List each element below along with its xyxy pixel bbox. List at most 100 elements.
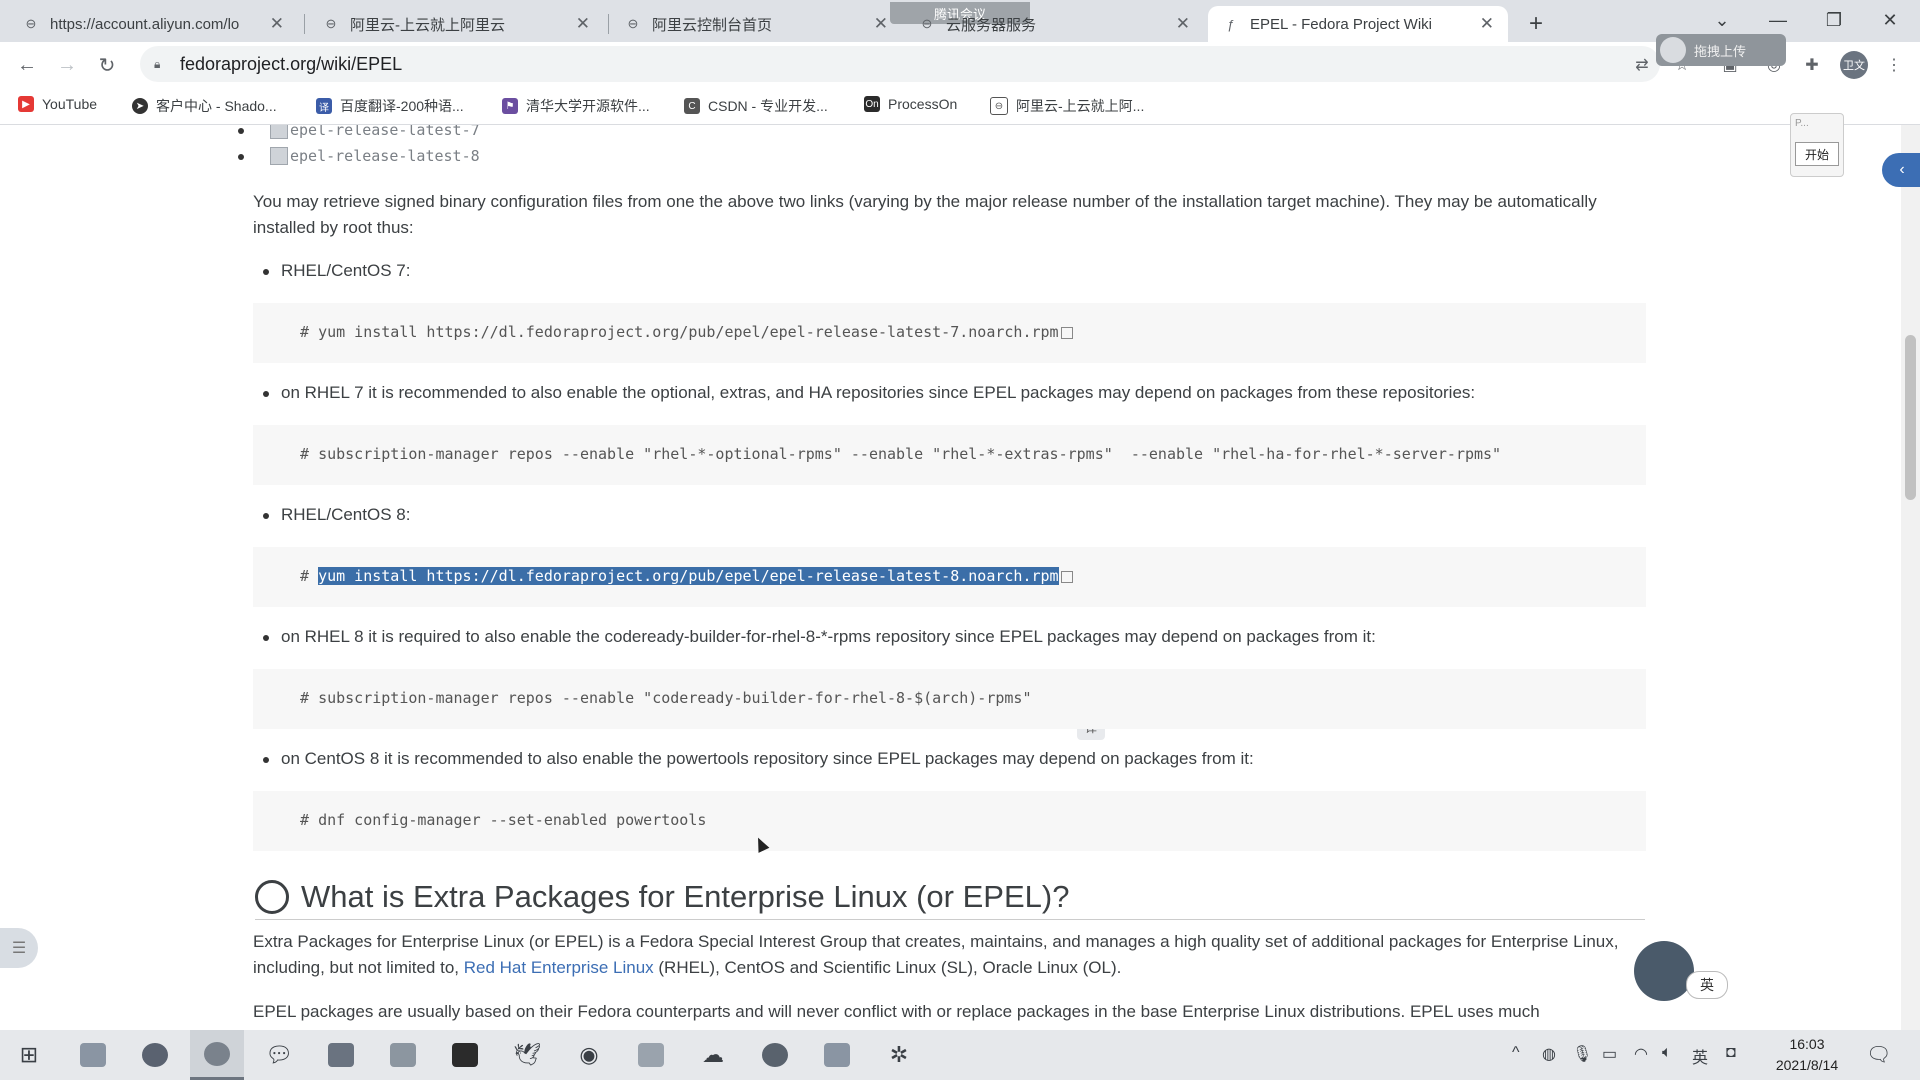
close-icon[interactable]: ✕	[874, 14, 888, 34]
translate-icon[interactable]: ⇄	[1628, 51, 1656, 79]
app-image-icon[interactable]	[810, 1030, 864, 1080]
input-language[interactable]: 英	[1692, 1044, 1708, 1068]
drag-upload-button[interactable]: 拖拽上传	[1656, 34, 1786, 66]
avatar	[1634, 941, 1694, 1001]
code-prompt: #	[300, 445, 319, 463]
app-baidunetdisk-icon[interactable]	[748, 1030, 802, 1080]
browser-toolbar: ← → ↻ 🔒︎ fedoraproject.org/wiki/EPEL ⇄ ☆…	[0, 42, 1920, 88]
puzzle-icon[interactable]: ✚	[1798, 51, 1826, 79]
app-meeting-icon[interactable]: ✲	[872, 1030, 926, 1080]
forward-arrow-icon[interactable]: →	[52, 50, 82, 80]
minimize-button[interactable]: —	[1756, 4, 1800, 36]
tab-search-icon[interactable]: ⌄	[1700, 4, 1744, 36]
bookmark-label: ProcessOn	[888, 96, 958, 112]
wifi-icon[interactable]: ◠	[1634, 1044, 1648, 1064]
code-text[interactable]: subscription-manager repos --enable "cod…	[318, 689, 1031, 707]
tab-cloud-server[interactable]: ⊖ 云服务器服务 ✕	[904, 6, 1204, 42]
lock-icon: 🔒︎	[154, 57, 161, 71]
tab-strip: 腾讯会议 ⊖ https://account.aliyun.com/lo ✕ ⊖…	[0, 0, 1920, 42]
ime-language[interactable]: 英	[1686, 971, 1728, 999]
tab-aliyun-account[interactable]: ⊖ https://account.aliyun.com/lo ✕	[8, 6, 298, 42]
tab-aliyun-console[interactable]: ⊖ 阿里云控制台首页 ✕	[610, 6, 902, 42]
code-text[interactable]: dnf config-manager --set-enabled powerto…	[318, 811, 706, 829]
close-icon[interactable]: ✕	[1176, 14, 1190, 34]
code-prompt: #	[300, 689, 319, 707]
bookmark-tsinghua-mirror[interactable]: ⚑ 清华大学开源软件...	[502, 96, 650, 116]
code-text-selected[interactable]: yum install https://dl.fedoraproject.org…	[318, 567, 1059, 585]
app-cloud-icon[interactable]: ☁︎	[686, 1030, 740, 1080]
restore-button[interactable]: ❐	[1812, 4, 1856, 36]
app-notes-icon[interactable]	[624, 1030, 678, 1080]
list-item[interactable]: epel-release-latest-7	[238, 125, 480, 139]
bookmark-shadowsocks[interactable]: ➤ 客户中心 - Shado...	[132, 96, 277, 116]
bookmark-csdn[interactable]: C CSDN - 专业开发...	[684, 96, 828, 116]
code-line: # dnf config-manager --set-enabled power…	[300, 811, 706, 829]
url-text[interactable]: fedoraproject.org/wiki/EPEL	[180, 54, 402, 75]
bookmark-youtube[interactable]: ▶ YouTube	[18, 96, 97, 112]
side-expand-button[interactable]: ‹	[1882, 153, 1920, 187]
link-icon: ⊖	[921, 16, 933, 31]
bullet-dot	[238, 128, 244, 134]
volume-icon[interactable]: 🔈︎	[1662, 1044, 1672, 1062]
bookmark-processon[interactable]: On ProcessOn	[864, 96, 957, 112]
page-content: epel-release-latest-7 epel-release-lates…	[0, 125, 1920, 1030]
link-icon: ⊖	[325, 16, 337, 31]
app-vivaldi-icon[interactable]	[128, 1030, 182, 1080]
tab-title: 云服务器服务	[946, 16, 1037, 34]
battery-icon[interactable]: ▭	[1602, 1044, 1617, 1064]
start-button[interactable]: 开始	[1795, 142, 1839, 166]
code-text[interactable]: yum install https://dl.fedoraproject.org…	[318, 323, 1059, 341]
section-bullet: on RHEL 7 it is recommended to also enab…	[262, 383, 1476, 402]
rhel-link[interactable]: Red Hat Enterprise Linux	[464, 958, 654, 977]
reload-icon[interactable]: ↻	[92, 50, 122, 80]
ime-floating-widget[interactable]: 英	[1634, 941, 1734, 1001]
tab-aliyun-home[interactable]: ⊖ 阿里云-上云就上阿里云 ✕	[308, 6, 604, 42]
tab-divider	[608, 14, 609, 34]
code-text[interactable]: subscription-manager repos --enable "rhe…	[318, 445, 1501, 463]
epel-paragraph-2: EPEL packages are usually based on their…	[253, 1002, 1540, 1021]
csdn-icon: C	[684, 98, 700, 114]
app-bird-icon[interactable]: 🕊︎	[500, 1030, 554, 1080]
qq-icon[interactable]: ◘	[1726, 1044, 1736, 1062]
app-typora-icon[interactable]	[438, 1030, 492, 1080]
app-explorer-icon[interactable]	[314, 1030, 368, 1080]
bookmark-label: 阿里云-上云就上阿...	[1016, 98, 1145, 114]
window-close-button[interactable]: ✕	[1868, 4, 1912, 36]
windows-start-icon[interactable]: ⊞	[2, 1030, 56, 1080]
app-virtualbox-icon[interactable]	[376, 1030, 430, 1080]
tray-app-icon[interactable]: ◍	[1542, 1044, 1556, 1064]
page-scrollbar[interactable]	[1901, 125, 1920, 1030]
app-clock-icon[interactable]: ◉	[562, 1030, 616, 1080]
tab-epel-wiki[interactable]: ƒ EPEL - Fedora Project Wiki ✕	[1208, 6, 1508, 42]
tab-divider	[304, 14, 305, 34]
link-chain-icon[interactable]	[255, 880, 289, 914]
close-icon[interactable]: ✕	[1480, 14, 1494, 34]
close-icon[interactable]: ✕	[270, 14, 284, 34]
close-icon[interactable]: ✕	[576, 14, 590, 34]
app-wechat-icon[interactable]: 💬︎	[252, 1030, 306, 1080]
link-icon: ⊖	[990, 97, 1008, 115]
address-bar[interactable]: 🔒︎ fedoraproject.org/wiki/EPEL	[140, 46, 1660, 82]
bookmark-baidu-translate[interactable]: 译 百度翻译-200种语...	[316, 96, 464, 116]
bookmark-aliyun[interactable]: ⊖ 阿里云-上云就上阿...	[990, 96, 1144, 116]
list-item[interactable]: epel-release-latest-8	[238, 147, 480, 165]
new-tab-button[interactable]: +	[1520, 8, 1552, 40]
processon-icon: On	[864, 96, 880, 112]
translate-icon: 译	[316, 98, 332, 114]
tray-overflow-icon[interactable]: ^	[1512, 1044, 1520, 1062]
code-block: # subscription-manager repos --enable "c…	[253, 669, 1646, 729]
taskbar-clock[interactable]: 16:03 2021/8/14	[1762, 1034, 1852, 1076]
microphone-icon[interactable]: 🎙︎	[1572, 1044, 1592, 1064]
scrollbar-thumb[interactable]	[1905, 335, 1916, 500]
bookmark-label: 客户中心 - Shado...	[156, 98, 277, 114]
notification-icon[interactable]: 🗨︎	[1866, 1042, 1891, 1067]
app-chrome-icon[interactable]	[190, 1030, 244, 1080]
code-line: # subscription-manager repos --enable "r…	[300, 445, 1501, 463]
code-block: # dnf config-manager --set-enabled power…	[253, 791, 1646, 851]
profile-avatar[interactable]: 卫文	[1840, 51, 1868, 79]
release-link[interactable]: epel-release-latest-7	[290, 125, 480, 139]
app-photo-icon[interactable]	[66, 1030, 120, 1080]
back-arrow-icon[interactable]: ←	[12, 50, 42, 80]
menu-kebab-icon[interactable]: ⋮	[1880, 51, 1908, 79]
release-link[interactable]: epel-release-latest-8	[290, 147, 480, 165]
